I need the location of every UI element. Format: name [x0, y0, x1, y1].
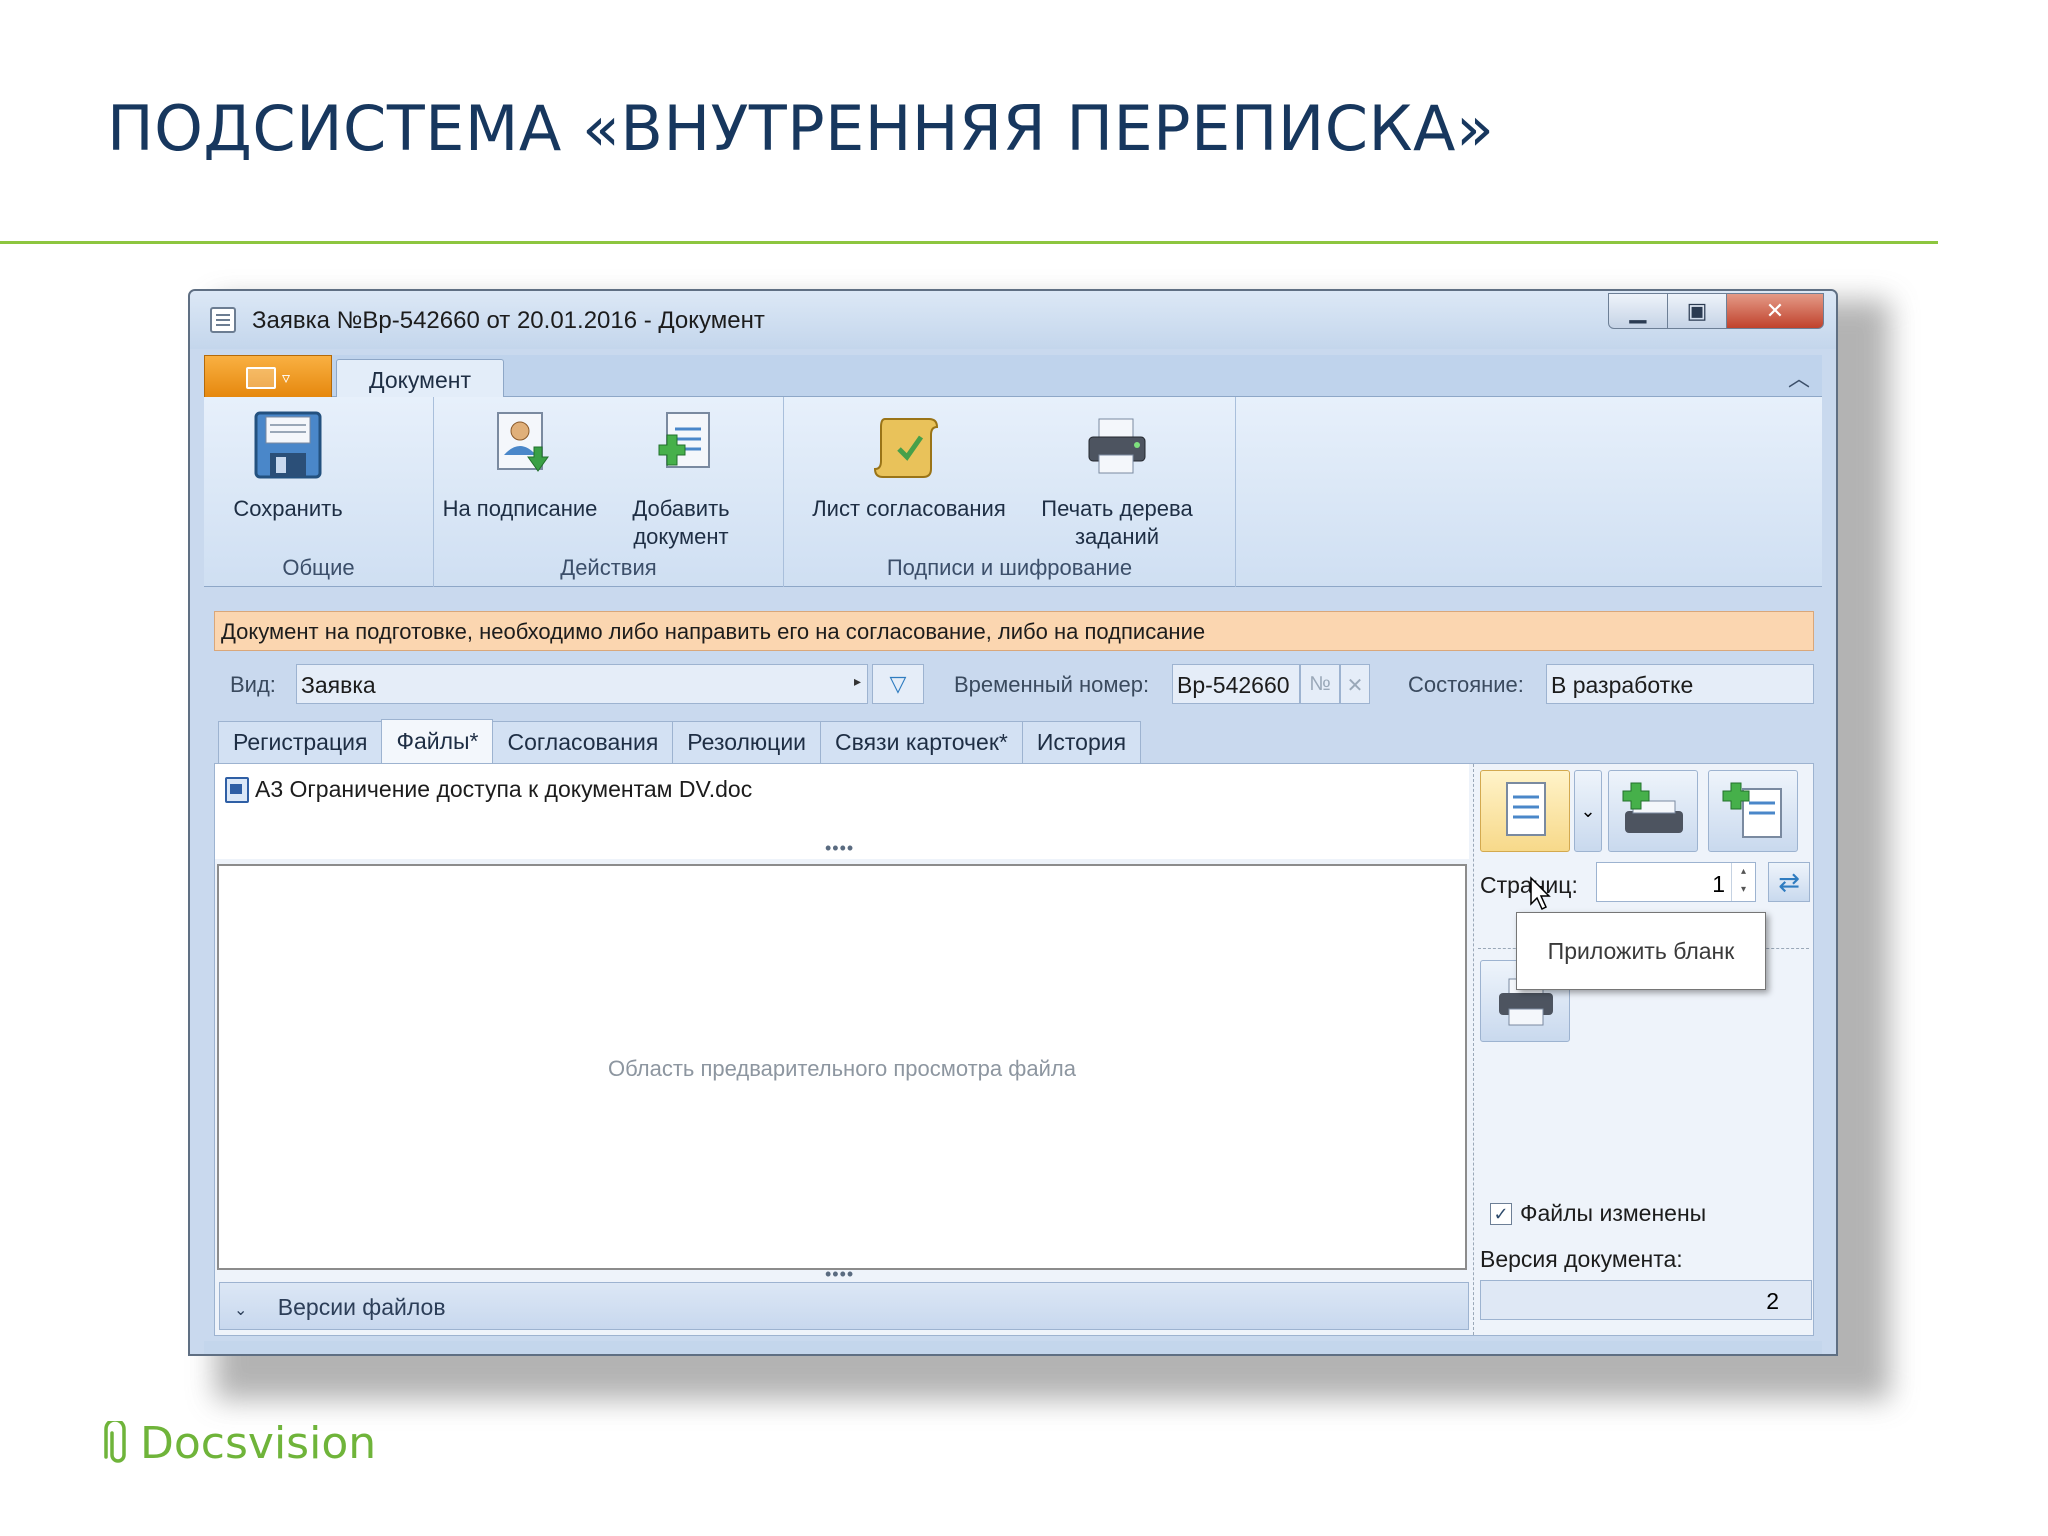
collapse-ribbon-icon[interactable]: ︿: [1788, 361, 1810, 393]
kind-value: Заявка: [301, 672, 376, 698]
window-controls: ▁ ▣ ✕: [1608, 293, 1824, 329]
list-item[interactable]: А3 Ограничение доступа к документам DV.d…: [225, 776, 752, 803]
to-sign-label: На подписание: [442, 496, 598, 521]
group-label-actions: Действия: [560, 555, 657, 580]
doc-version-field: 2: [1480, 1280, 1812, 1320]
brand-logo: Docsvision: [104, 1418, 376, 1469]
chevron-down-icon[interactable]: ⌄: [1574, 770, 1602, 852]
add-file-button[interactable]: [1708, 770, 1798, 852]
temp-number-label: Временный номер:: [954, 672, 1150, 697]
file-versions-expander[interactable]: ⌄ Версии файлов: [219, 1282, 1469, 1330]
save-label: Сохранить: [233, 496, 343, 521]
tab-document[interactable]: Документ: [336, 359, 504, 400]
printer-icon: [1081, 409, 1153, 481]
tab-registration[interactable]: Регистрация: [218, 721, 383, 763]
to-sign-button[interactable]: На подписание: [440, 405, 600, 523]
ribbon-group-signatures: Лист согласования Печать дерева заданий …: [784, 397, 1236, 587]
window-title: Заявка №Вр-542660 от 20.01.2016 - Докуме…: [252, 307, 765, 334]
print-tree-label: Печать дерева заданий: [1041, 496, 1193, 549]
temp-number-field[interactable]: Вр-542660: [1172, 664, 1300, 704]
file-preview-area: Область предварительного просмотра файла: [217, 864, 1467, 1270]
files-changed-label: Файлы изменены: [1520, 1200, 1707, 1226]
chevron-down-icon: ▿: [281, 369, 291, 387]
approval-sheet-button[interactable]: Лист согласования: [804, 405, 1014, 523]
scroll-icon: [873, 409, 945, 481]
chevron-down-icon: ⌄: [234, 1302, 248, 1319]
pages-value: 1: [1712, 871, 1725, 897]
document-card-icon: [210, 307, 236, 333]
state-field: В разработке: [1546, 664, 1814, 704]
ribbon: Сохранить Общие На подписание Добавить д…: [204, 397, 1822, 587]
group-label-signatures: Подписи и шифрование: [886, 555, 1133, 580]
pages-spinner[interactable]: 1 ▴ ▾: [1596, 862, 1756, 902]
title-bar: Заявка №Вр-542660 от 20.01.2016 - Докуме…: [190, 291, 1836, 349]
ribbon-group-general: Сохранить Общие: [204, 397, 434, 587]
add-file-icon: [1722, 782, 1782, 838]
close-icon[interactable]: ✕: [1726, 293, 1824, 329]
app-menu-button[interactable]: ▿: [204, 355, 332, 399]
slide-title: ПОДСИСТЕМА «ВНУТРЕННЯЯ ПЕРЕПИСКА»: [107, 92, 1495, 165]
combo-arrow-icon: ▸: [853, 673, 861, 689]
maximize-icon[interactable]: ▣: [1667, 293, 1727, 329]
add-document-label: Добавить документ: [632, 496, 730, 549]
add-document-icon: [645, 409, 717, 481]
files-changed-checkbox[interactable]: ✓ Файлы изменены: [1490, 1200, 1706, 1227]
word-document-icon: [225, 776, 249, 803]
files-panel: А3 Ограничение доступа к документам DV.d…: [214, 763, 1814, 1336]
number-field[interactable]: №: [1300, 664, 1340, 704]
add-document-button[interactable]: Добавить документ: [606, 405, 756, 551]
status-bar: [204, 1341, 1822, 1354]
kind-combobox[interactable]: Заявка ▸: [296, 664, 868, 704]
kind-dropdown-button[interactable]: ▽: [872, 664, 924, 704]
doc-version-label: Версия документа:: [1480, 1246, 1683, 1272]
tab-history[interactable]: История: [1021, 721, 1142, 763]
preview-placeholder: Область предварительного просмотра файла: [608, 1056, 1076, 1081]
file-name: А3 Ограничение доступа к документам DV.d…: [255, 776, 753, 802]
files-sidebar: ⌄ Страниц: 1 ▴ ▾ ⇄ ✓ Файлы изменены Верси…: [1473, 764, 1813, 1335]
attach-blank-button[interactable]: [1480, 770, 1570, 852]
approval-sheet-label: Лист согласования: [812, 496, 1006, 521]
status-message-bar: Документ на подготовке, необходимо либо …: [214, 611, 1814, 651]
print-tree-button[interactable]: Печать дерева заданий: [1022, 405, 1212, 551]
scan-add-button[interactable]: [1608, 770, 1698, 852]
document-window: Заявка №Вр-542660 от 20.01.2016 - Докуме…: [188, 289, 1838, 1356]
kind-label: Вид:: [230, 672, 276, 697]
doc-version-value: 2: [1766, 1288, 1779, 1314]
mouse-cursor-icon: [1530, 876, 1551, 911]
tab-files[interactable]: Файлы*: [381, 719, 494, 763]
ribbon-tab-bar: ▿ Документ ︿: [204, 355, 1822, 400]
tab-approvals[interactable]: Согласования: [492, 721, 674, 763]
state-label: Состояние:: [1408, 672, 1524, 697]
spinner-arrows-icon[interactable]: ▴ ▾: [1731, 863, 1755, 901]
scanner-add-icon: [1622, 782, 1683, 833]
tab-resolutions[interactable]: Резолюции: [672, 721, 822, 763]
paperclip-icon: [104, 1420, 126, 1463]
tab-card-links[interactable]: Связи карточек*: [820, 721, 1023, 763]
brand-name: Docsvision: [140, 1418, 377, 1469]
versions-label: Версии файлов: [277, 1294, 446, 1320]
refresh-icon[interactable]: ⇄: [1768, 862, 1810, 902]
floppy-disk-icon: [252, 409, 324, 481]
clear-number-icon[interactable]: ✕: [1340, 664, 1370, 704]
tooltip: Приложить бланк: [1516, 912, 1766, 990]
title-divider: [0, 241, 1938, 244]
minimize-icon[interactable]: ▁: [1608, 293, 1668, 329]
card-tabs: Регистрация Файлы* Согласования Резолюци…: [218, 719, 1142, 763]
checkmark-icon: ✓: [1490, 1202, 1512, 1225]
group-label-general: Общие: [282, 555, 355, 580]
chevron-down-icon: ▽: [889, 671, 907, 696]
save-button[interactable]: Сохранить: [208, 405, 368, 523]
splitter-grip[interactable]: ••••: [825, 838, 854, 859]
book-icon: [245, 366, 276, 389]
ribbon-group-actions: На подписание Добавить документ Действия: [434, 397, 784, 587]
sign-user-icon: [484, 409, 556, 481]
document-form-icon: [1506, 782, 1546, 836]
